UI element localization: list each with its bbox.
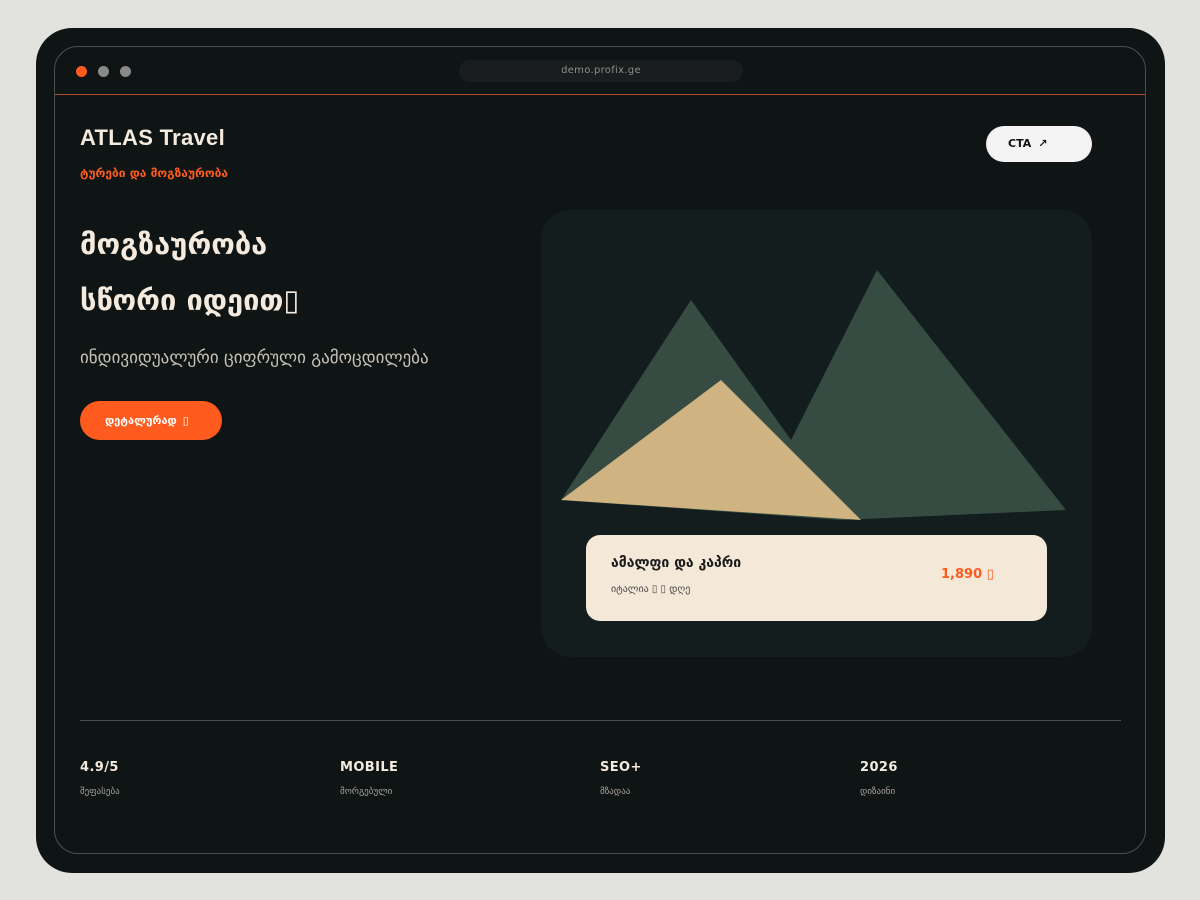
stat-mobile: MOBILE მორგებული — [340, 760, 398, 797]
stat-label: დიზაინი — [860, 787, 896, 797]
stat-value: SEO+ — [600, 760, 642, 775]
trip-title: ამალფი და კაპრი — [611, 555, 742, 571]
stat-value: MOBILE — [340, 760, 399, 775]
hero-subtitle: ინდივიდუალური ციფრული გამოცდილება — [80, 348, 429, 368]
browser-window: demo.profix.ge ATLAS Travel ტურები და მო… — [54, 46, 1146, 854]
cta-button[interactable]: CTA ↗ — [986, 126, 1092, 162]
stat-label: მზადაა — [600, 787, 631, 797]
hero-heading-line1: მოგზაურობა — [80, 227, 268, 261]
stat-rating: 4.9/5 შეფასება — [80, 760, 120, 797]
brand-title[interactable]: ATLAS Travel — [80, 125, 225, 151]
hero-heading-line2-text: სწორი იდეით — [80, 283, 284, 317]
stat-label: მორგებული — [340, 787, 393, 797]
stat-value: 4.9/5 — [80, 760, 119, 775]
stat-value: 2026 — [860, 760, 898, 775]
destination-showcase: ამალფი და კაპრი იტალია ▯ ▯ დღე 1,890 ▯ — [541, 210, 1092, 657]
divider — [80, 720, 1121, 721]
arrow-up-right-icon: ↗ — [1038, 137, 1048, 150]
stat-year: 2026 დიზაინი — [860, 760, 898, 797]
hero-heading-glyph: ▯ — [283, 283, 300, 317]
arrow-icon: ▯ — [182, 414, 189, 427]
trip-card[interactable]: ამალფი და კაპრი იტალია ▯ ▯ დღე 1,890 ▯ — [586, 535, 1047, 621]
close-window-dot[interactable] — [76, 66, 87, 77]
minimize-window-dot[interactable] — [98, 66, 109, 77]
trip-price: 1,890 ▯ — [941, 567, 994, 582]
stat-label: შეფასება — [80, 787, 120, 797]
hero-heading-line2: სწორი იდეით▯ — [80, 283, 299, 317]
browser-toolbar: demo.profix.ge — [55, 47, 1145, 95]
stat-seo: SEO+ მზადაა — [600, 760, 642, 797]
cta-label: CTA — [1008, 137, 1032, 150]
address-bar[interactable]: demo.profix.ge — [459, 60, 743, 82]
trip-meta: იტალია ▯ ▯ დღე — [611, 584, 691, 595]
details-label: დეტალურად — [105, 414, 177, 427]
maximize-window-dot[interactable] — [120, 66, 131, 77]
details-button[interactable]: დეტალურად ▯ — [80, 401, 222, 440]
brand-subtitle: ტურები და მოგზაურობა — [80, 166, 229, 180]
